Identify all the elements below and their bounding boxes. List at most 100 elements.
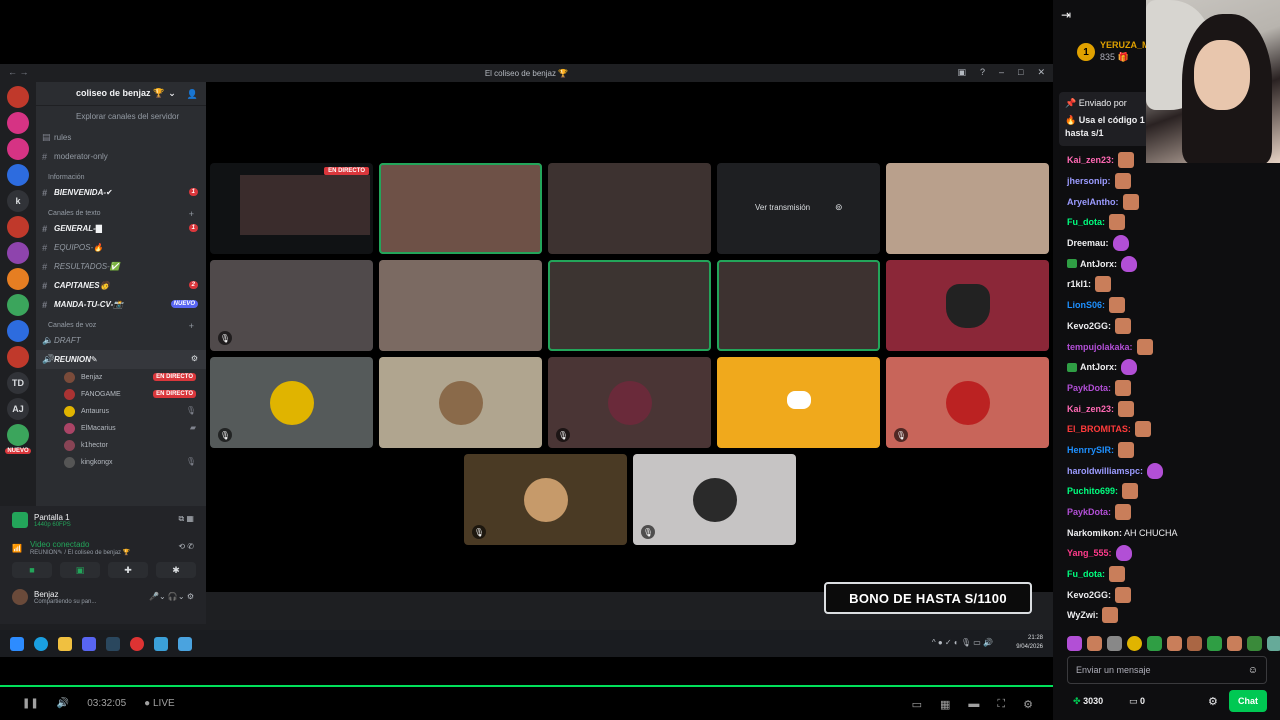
- participant-tile[interactable]: 🎙: [633, 454, 796, 545]
- participant-tile[interactable]: [548, 163, 711, 254]
- back-icon[interactable]: ← →: [8, 67, 29, 77]
- chat-username[interactable]: Narkomikon:: [1067, 528, 1122, 538]
- channel-rules[interactable]: ▤ rules: [36, 128, 206, 147]
- voice-user[interactable]: k1hector: [36, 437, 206, 454]
- app-icon[interactable]: [154, 636, 168, 651]
- server-icon[interactable]: [7, 86, 29, 108]
- chat-message[interactable]: Kevo2GG:: [1053, 584, 1280, 605]
- chat-message[interactable]: Kevo2GG:: [1053, 316, 1280, 337]
- chat-message[interactable]: Fu_dota:: [1053, 564, 1280, 585]
- server-icon[interactable]: k: [7, 190, 29, 212]
- start-icon[interactable]: [10, 636, 24, 651]
- channel-points[interactable]: ✤ 3030: [1073, 696, 1103, 707]
- browse-channels[interactable]: Explorar canales del servidor: [36, 106, 206, 128]
- chat-username[interactable]: Kai_zen23:: [1067, 404, 1114, 414]
- voice-user[interactable]: Benjaz EN DIRECTO: [36, 369, 206, 386]
- emote-icon[interactable]: [1207, 636, 1222, 651]
- channel-moderator-only[interactable]: # moderator-only: [36, 147, 206, 166]
- channel-general[interactable]: # GENERAL-▇ 1: [36, 219, 206, 238]
- voice-channel-draft[interactable]: 🔈 DRAFT: [36, 331, 206, 350]
- participant-tile[interactable]: [379, 163, 542, 254]
- view-stream-label[interactable]: Ver transmisión: [755, 203, 810, 212]
- bits-balance[interactable]: ▭ 0: [1129, 696, 1145, 707]
- chat-username[interactable]: jhersonip:: [1067, 176, 1111, 186]
- chat-message[interactable]: Dreemau:: [1053, 233, 1280, 254]
- participant-tile[interactable]: [717, 357, 880, 448]
- stream-tile[interactable]: EN DIRECTO: [210, 163, 373, 254]
- server-icon[interactable]: [7, 294, 29, 316]
- chat-message[interactable]: r1kI1:: [1053, 274, 1280, 295]
- chat-username[interactable]: haroldwilliamspc:: [1067, 466, 1143, 476]
- emote-icon[interactable]: [1167, 636, 1182, 651]
- volume-icon[interactable]: 🔊: [57, 698, 69, 709]
- emote-icon[interactable]: [1127, 636, 1142, 651]
- category-text[interactable]: Canales de texto +: [36, 202, 206, 219]
- share-screen-button[interactable]: ▣: [60, 562, 100, 578]
- chat-message[interactable]: WyZwi:: [1053, 605, 1280, 626]
- maximize-icon[interactable]: □: [1018, 67, 1023, 78]
- server-icon[interactable]: [7, 320, 29, 342]
- chat-username[interactable]: HenrrySIR:: [1067, 445, 1114, 455]
- category-voice[interactable]: Canales de voz +: [36, 314, 206, 331]
- chat-message[interactable]: tempujolakaka:: [1053, 336, 1280, 357]
- camera-button[interactable]: ■: [12, 562, 52, 578]
- server-icon[interactable]: [7, 164, 29, 186]
- pause-icon[interactable]: ❚❚: [22, 698, 39, 709]
- plus-icon[interactable]: +: [189, 209, 194, 219]
- chat-message[interactable]: Kai_zen23:: [1053, 398, 1280, 419]
- user-controls-icons[interactable]: 🎤⌄ 🎧⌄ ⚙: [149, 592, 194, 601]
- steam-icon[interactable]: [106, 636, 120, 651]
- server-icon[interactable]: [7, 242, 29, 264]
- chat-message[interactable]: haroldwilliamspc:: [1053, 460, 1280, 481]
- plus-icon[interactable]: +: [189, 321, 194, 331]
- server-icon-td[interactable]: TD: [7, 372, 29, 394]
- participant-tile[interactable]: [379, 260, 542, 351]
- settings-icon[interactable]: ⚙: [1023, 698, 1033, 711]
- edge-icon[interactable]: [34, 636, 48, 651]
- help-icon[interactable]: ?: [980, 67, 985, 78]
- participant-tile[interactable]: 🎙: [464, 454, 627, 545]
- chat-message[interactable]: LionS06:: [1053, 295, 1280, 316]
- chat-settings-icon[interactable]: ⚙: [1208, 695, 1218, 708]
- voice-user[interactable]: ElMacarius ▰: [36, 420, 206, 437]
- emote-icon[interactable]: [1107, 636, 1122, 651]
- obs-icon[interactable]: [130, 636, 144, 651]
- chat-username[interactable]: Puchito699:: [1067, 486, 1118, 496]
- emote-icon[interactable]: [1087, 636, 1102, 651]
- chat-username[interactable]: Fu_dota:: [1067, 569, 1105, 579]
- chat-message[interactable]: Puchito699:: [1053, 481, 1280, 502]
- chat-message[interactable]: PaykDota:: [1053, 378, 1280, 399]
- stop-share-icon[interactable]: ⧉ ▦: [179, 514, 195, 524]
- discord-icon[interactable]: [82, 636, 96, 651]
- voice-user[interactable]: kingkongx 🎙: [36, 454, 206, 471]
- participant-tile[interactable]: [886, 163, 1049, 254]
- participant-tile[interactable]: [548, 260, 711, 351]
- server-icon[interactable]: [7, 268, 29, 290]
- chat-message[interactable]: jhersonip:: [1053, 171, 1280, 192]
- server-icon[interactable]: [7, 346, 29, 368]
- chat-send-button[interactable]: Chat: [1229, 690, 1267, 712]
- system-tray[interactable]: ^ ● ✓ ◐ 🎙 ▭ 🔊: [932, 638, 993, 647]
- avatar[interactable]: [12, 589, 28, 605]
- voice-user[interactable]: FANOGAME EN DIRECTO: [36, 386, 206, 403]
- voice-channel-reunion[interactable]: 🔊 REUNION✎ ⚙: [36, 350, 206, 369]
- server-icon[interactable]: [7, 138, 29, 160]
- chat-username[interactable]: AntJorx:: [1080, 259, 1117, 269]
- disconnect-icon[interactable]: ⟲ ✆: [178, 542, 194, 551]
- emote-icon[interactable]: [1267, 636, 1280, 651]
- participant-tile[interactable]: 🎙: [548, 357, 711, 448]
- minimize-icon[interactable]: –: [999, 67, 1004, 78]
- folder-icon[interactable]: [58, 636, 72, 651]
- emote-icon[interactable]: [1227, 636, 1242, 651]
- category-info[interactable]: Información: [36, 166, 206, 183]
- emote-icon[interactable]: [1247, 636, 1262, 651]
- close-icon[interactable]: ✕: [1037, 67, 1045, 78]
- emote-icon[interactable]: [1067, 636, 1082, 651]
- hidden-stream-tile[interactable]: Ver transmisión ⊚: [717, 163, 880, 254]
- participant-tile[interactable]: [379, 357, 542, 448]
- soundboard-button[interactable]: ✱: [156, 562, 196, 578]
- activities-button[interactable]: ✚: [108, 562, 148, 578]
- chat-message[interactable]: PaykDota:: [1053, 502, 1280, 523]
- chat-username[interactable]: PaykDota:: [1067, 507, 1111, 517]
- channel-manda-tu-cv[interactable]: # MANDA-TU-CV-📸 NUEVO: [36, 295, 206, 314]
